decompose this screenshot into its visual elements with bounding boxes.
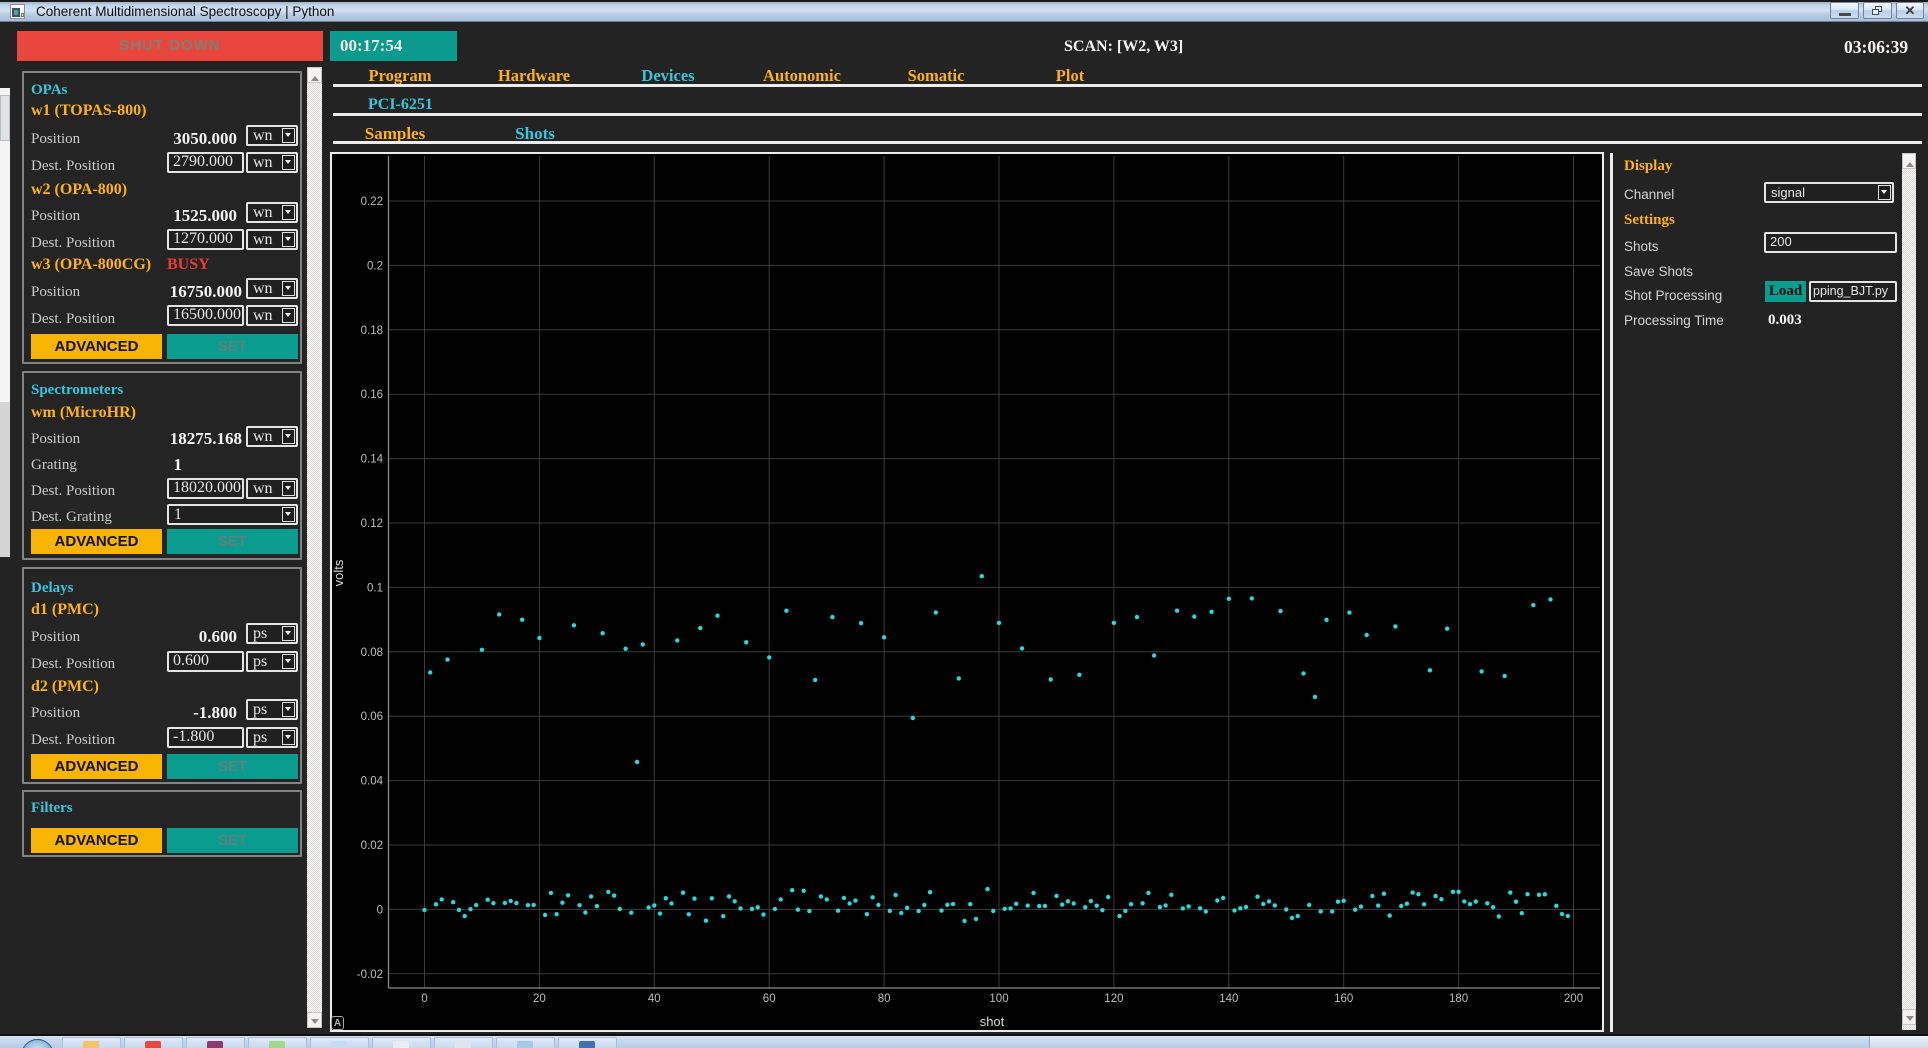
svg-text:0.2: 0.2 [367, 260, 383, 272]
svg-text:0.14: 0.14 [361, 454, 384, 466]
svg-text:0.18: 0.18 [361, 325, 383, 337]
svg-text:-0.02: -0.02 [357, 969, 383, 981]
svg-text:0.16: 0.16 [361, 389, 383, 401]
svg-text:0.02: 0.02 [361, 840, 383, 852]
svg-text:180: 180 [1449, 993, 1468, 1005]
svg-text:40: 40 [648, 993, 661, 1005]
svg-text:100: 100 [989, 993, 1008, 1005]
svg-text:0.06: 0.06 [361, 711, 383, 723]
svg-text:0.08: 0.08 [361, 647, 383, 659]
svg-text:0.22: 0.22 [361, 196, 383, 208]
svg-text:20: 20 [533, 993, 546, 1005]
svg-text:120: 120 [1104, 993, 1123, 1005]
svg-text:140: 140 [1219, 993, 1238, 1005]
svg-text:0: 0 [421, 993, 427, 1005]
svg-text:0.04: 0.04 [361, 776, 384, 788]
svg-text:0.12: 0.12 [361, 518, 383, 530]
svg-text:0: 0 [377, 904, 383, 916]
svg-text:0.1: 0.1 [367, 582, 383, 594]
svg-text:160: 160 [1334, 993, 1353, 1005]
svg-text:80: 80 [878, 993, 891, 1005]
svg-text:volts: volts [332, 559, 346, 586]
svg-text:60: 60 [763, 993, 776, 1005]
svg-text:shot: shot [980, 1014, 1005, 1029]
svg-text:200: 200 [1564, 993, 1583, 1005]
